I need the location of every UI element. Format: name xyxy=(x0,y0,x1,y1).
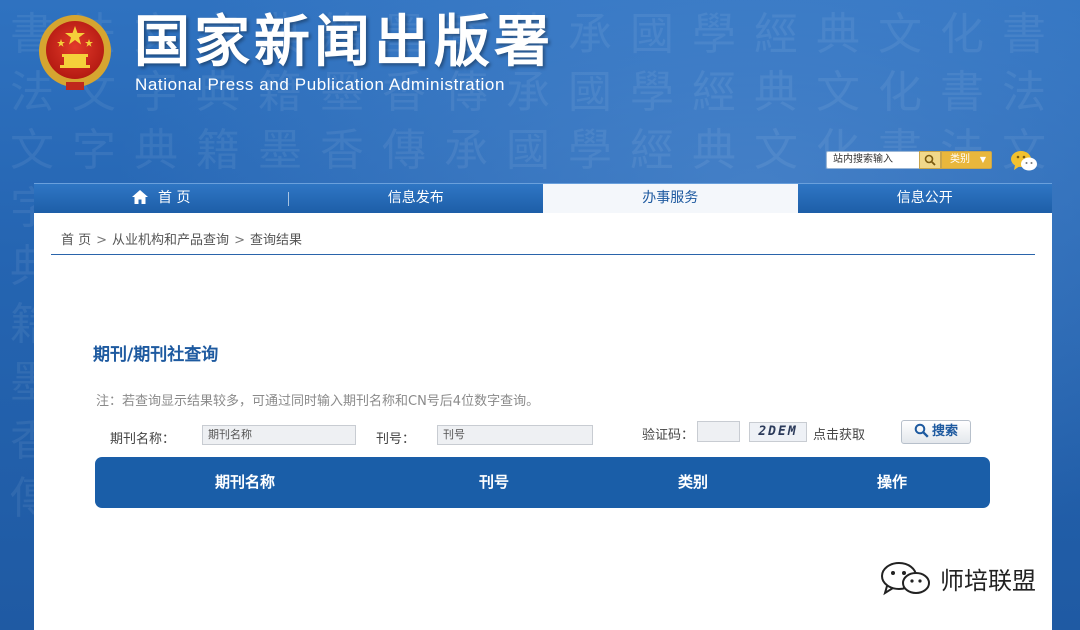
watermark: 师培联盟 xyxy=(878,560,1036,596)
query-note: 注：若查询显示结果较多，可通过同时输入期刊名称和CN号后4位数字查询。 xyxy=(96,394,540,409)
issue-number-input[interactable]: 刊号 xyxy=(437,425,593,445)
category-dropdown[interactable]: 类别 ▼ xyxy=(941,151,992,169)
nav-item-disclosure-label: 信息公开 xyxy=(896,190,953,206)
section-title: 期刊/期刊社查询 xyxy=(93,345,219,365)
results-table-header: 期刊名称 刊号 类别 操作 xyxy=(95,457,990,508)
national-emblem-icon xyxy=(36,12,114,94)
wechat-icon[interactable] xyxy=(1010,149,1038,173)
site-search-input[interactable]: 站内搜索输入 xyxy=(826,151,920,169)
nav-item-services[interactable]: 办事服务 xyxy=(543,184,798,213)
column-journal-name: 期刊名称 xyxy=(215,473,276,491)
captcha-label: 验证码： xyxy=(642,428,695,443)
issue-number-label: 刊号： xyxy=(376,432,416,447)
site-search-button[interactable] xyxy=(919,151,941,169)
nav-item-services-label: 办事服务 xyxy=(642,190,699,206)
breadcrumb-query-link[interactable]: 从业机构和产品查询 xyxy=(112,233,229,248)
home-icon xyxy=(132,190,149,204)
breadcrumb-separator: > xyxy=(96,233,108,248)
breadcrumb-home-link[interactable]: 首 页 xyxy=(61,233,91,248)
nav-item-home-label: 首 页 xyxy=(158,190,191,206)
captcha-input[interactable] xyxy=(697,421,740,442)
captcha-refresh-link[interactable]: 点击获取 xyxy=(813,424,865,443)
nav-item-home[interactable]: 首 页 xyxy=(34,184,289,213)
site-subtitle: National Press and Publication Administr… xyxy=(135,75,506,94)
nav-item-info-release-label: 信息发布 xyxy=(387,190,444,206)
journal-name-input[interactable]: 期刊名称 xyxy=(202,425,356,445)
breadcrumb-current: 查询结果 xyxy=(249,233,302,248)
watermark-text: 师培联盟 xyxy=(940,566,1036,595)
breadcrumb-separator: > xyxy=(234,233,245,248)
category-dropdown-label: 类别 xyxy=(950,154,970,165)
search-button-label: 搜索 xyxy=(931,424,958,439)
breadcrumb: 首 页 > 从业机构和产品查询 > 查询结果 xyxy=(61,229,302,248)
captcha-image[interactable]: 2DEM xyxy=(749,422,807,442)
search-button[interactable]: 搜索 xyxy=(901,420,971,444)
column-category: 类别 xyxy=(678,473,709,491)
caret-down-icon: ▼ xyxy=(979,155,986,164)
journal-name-label: 期刊名称： xyxy=(110,432,176,447)
breadcrumb-divider xyxy=(51,254,1035,255)
nav-item-info-release[interactable]: 信息发布 xyxy=(289,184,544,213)
nav-item-disclosure[interactable]: 信息公开 xyxy=(798,184,1053,213)
site-title: 国家新闻出版署 xyxy=(134,10,554,75)
search-icon xyxy=(924,154,936,166)
column-action: 操作 xyxy=(877,473,908,491)
main-nav: 首 页 信息发布 办事服务 信息公开 xyxy=(34,183,1052,213)
search-icon xyxy=(914,423,929,438)
wechat-icon xyxy=(881,562,930,596)
column-issue-number: 刊号 xyxy=(479,473,510,491)
